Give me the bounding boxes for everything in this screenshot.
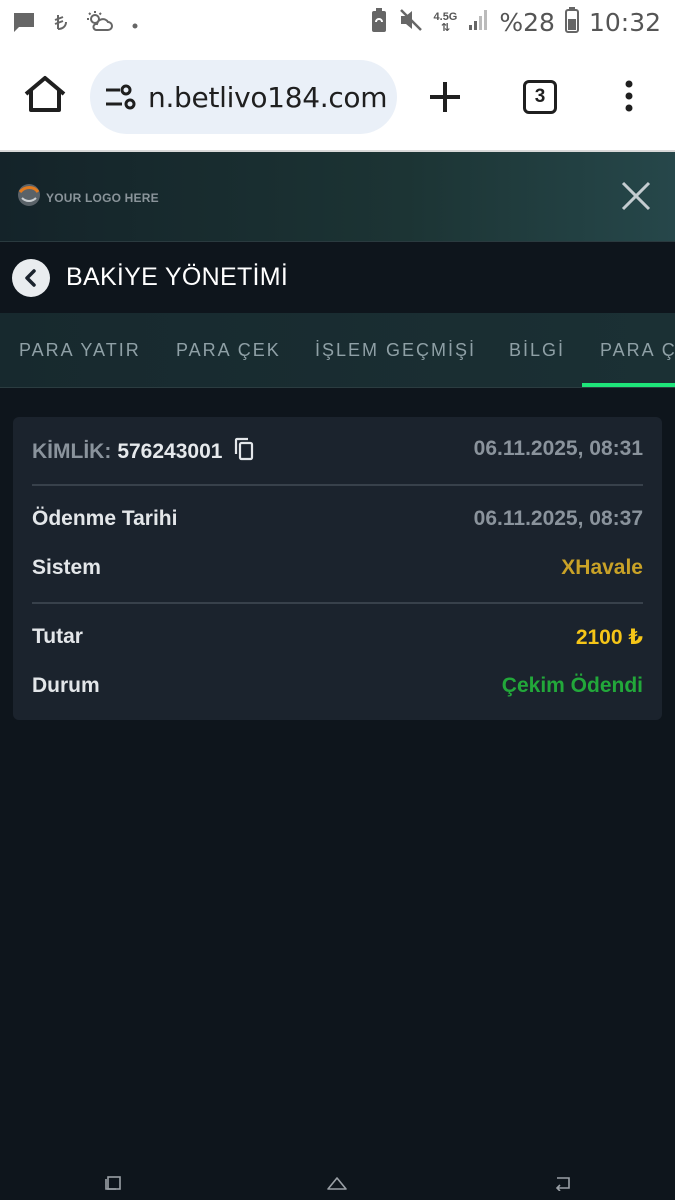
site-settings-icon[interactable]: [104, 84, 136, 115]
transaction-card: KİMLİK: 576243001 06.11.2025, 08:31 Ödenm…: [13, 417, 662, 720]
clock: 10:32: [588, 8, 661, 37]
tab-deposit[interactable]: PARA YATIR: [19, 340, 141, 361]
tab-withdraw[interactable]: PARA ÇEK: [176, 340, 281, 361]
divider: [32, 484, 643, 486]
tab-info[interactable]: BİLGİ: [509, 340, 565, 361]
home-nav-icon[interactable]: [326, 1175, 348, 1196]
status-label: Durum: [32, 674, 100, 697]
close-icon[interactable]: [620, 180, 652, 217]
network-type: 4.5G ⇅: [433, 10, 458, 34]
more-menu-icon[interactable]: [624, 80, 634, 117]
amount-value: 2100 ₺: [575, 626, 643, 649]
logo-icon: [16, 182, 42, 213]
id-label: KİMLİK:: [32, 440, 112, 463]
recent-apps-icon[interactable]: [104, 1175, 122, 1196]
system-label: Sistem: [32, 556, 101, 579]
home-icon[interactable]: [22, 74, 68, 119]
transaction-id-row: KİMLİK: 576243001 06.11.2025, 08:31: [32, 437, 643, 467]
tab-transaction-history[interactable]: İŞLEM GEÇMİŞİ: [315, 340, 476, 361]
active-tab-indicator: [582, 383, 675, 387]
back-nav-icon[interactable]: [554, 1175, 572, 1196]
address-bar[interactable]: n.betlivo184.com: [90, 60, 397, 134]
id-value: 576243001: [117, 440, 223, 463]
url-text: n.betlivo184.com: [148, 81, 388, 114]
dot-indicator-icon: [132, 16, 138, 34]
site-logo[interactable]: YOUR LOGO HERE: [16, 182, 159, 213]
page-title: BAKİYE YÖNETİMİ: [66, 263, 289, 291]
signal-icon: [467, 8, 489, 37]
copy-icon[interactable]: [234, 437, 254, 467]
system-value: XHavale: [561, 556, 643, 579]
new-tab-icon[interactable]: [428, 80, 462, 119]
tab-withdraw-history[interactable]: PARA Ç: [600, 340, 675, 361]
battery-percent: %28: [499, 8, 555, 37]
amount-label: Tutar: [32, 625, 83, 648]
amount-row: Tutar 2100 ₺: [32, 625, 643, 655]
divider: [32, 602, 643, 604]
back-button[interactable]: [12, 259, 50, 297]
payment-date-value: 06.11.2025, 08:37: [473, 507, 643, 530]
logo-text: YOUR LOGO HERE: [46, 190, 159, 205]
system-nav-bar: [0, 1166, 675, 1200]
mute-icon: [398, 7, 424, 38]
site-header: YOUR LOGO HERE: [0, 152, 675, 242]
battery-icon: [564, 7, 579, 38]
chevron-left-icon: [25, 269, 36, 287]
battery-saver-icon: [370, 7, 388, 38]
created-date: 06.11.2025, 08:31: [473, 437, 643, 460]
status-bar: 4.5G ⇅ %28 10:32: [0, 0, 675, 46]
lira-notification-icon: [54, 13, 68, 36]
payment-date-row: Ödenme Tarihi 06.11.2025, 08:37: [32, 507, 643, 537]
weather-icon: [86, 10, 114, 39]
status-value: Çekim Ödendi: [501, 674, 643, 697]
tab-bar: PARA YATIR PARA ÇEK İŞLEM GEÇMİŞİ BİLGİ …: [0, 313, 675, 388]
browser-toolbar: n.betlivo184.com 3: [0, 46, 675, 152]
chat-notification-icon: [12, 10, 36, 39]
status-row: Durum Çekim Ödendi: [32, 674, 643, 704]
system-row: Sistem XHavale: [32, 556, 643, 586]
tab-switcher-button[interactable]: 3: [523, 80, 557, 114]
payment-date-label: Ödenme Tarihi: [32, 507, 178, 530]
page-header: BAKİYE YÖNETİMİ: [0, 242, 675, 312]
